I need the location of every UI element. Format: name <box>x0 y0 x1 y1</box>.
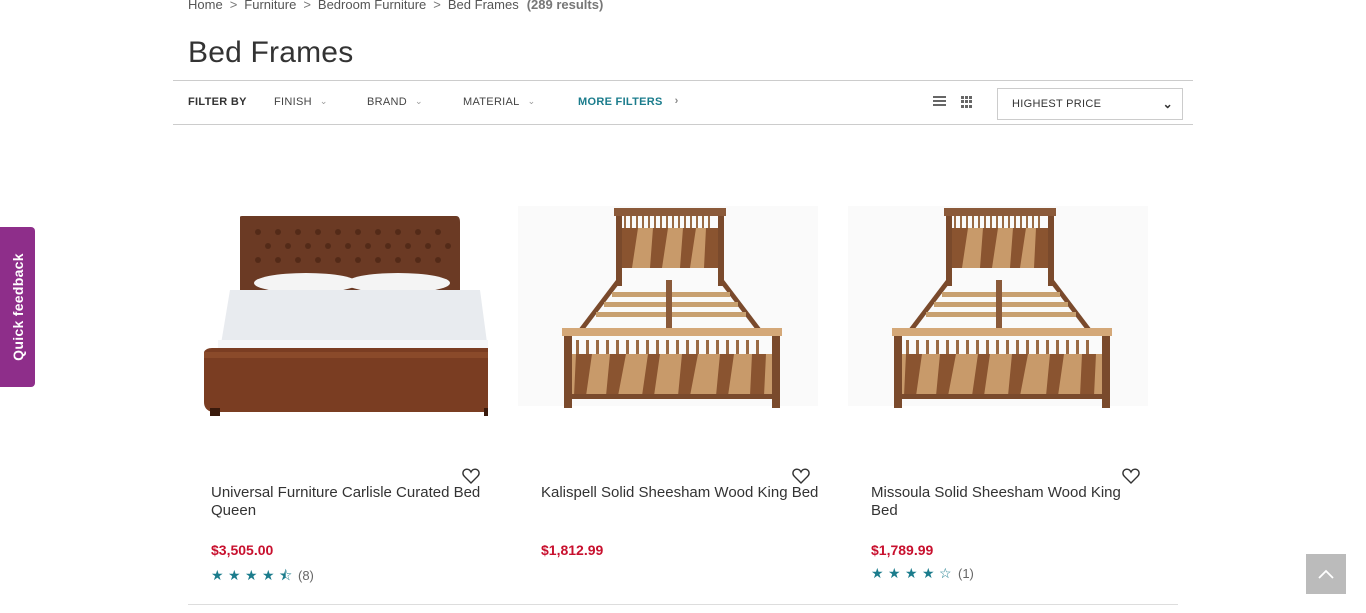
product-name[interactable]: Kalispell Solid Sheesham Wood King Bed <box>541 484 821 502</box>
star-full-icon: ★ <box>245 567 258 583</box>
product-price: $1,789.99 <box>871 542 934 558</box>
breadcrumb-bedroom-furniture[interactable]: Bedroom Furniture <box>318 0 426 12</box>
filter-finish-label: FINISH <box>274 96 312 108</box>
star-full-icon: ★ <box>888 565 901 581</box>
filter-brand-label: BRAND <box>367 96 408 108</box>
more-filters-label: MORE FILTERS <box>578 96 663 108</box>
quick-feedback-label: Quick feedback <box>9 253 26 361</box>
star-empty-icon: ☆ <box>939 565 952 581</box>
divider <box>188 604 1178 605</box>
heart-icon[interactable] <box>462 468 480 484</box>
grid-view-icon[interactable] <box>961 96 972 108</box>
filter-by-label: FILTER BY <box>188 96 247 108</box>
breadcrumb-separator: > <box>229 0 238 12</box>
filter-bar: FILTER BY FINISH ⌄ BRAND ⌄ MATERIAL ⌄ MORE … <box>173 80 1193 125</box>
product-name[interactable]: Missoula Solid Sheesham Wood King Bed <box>871 484 1151 520</box>
sort-selected-value: HIGHEST PRICE <box>1012 98 1102 110</box>
chevron-down-icon: ⌄ <box>319 96 328 106</box>
list-view-icon[interactable] <box>933 96 946 108</box>
star-full-icon: ★ <box>228 567 241 583</box>
breadcrumb-home[interactable]: Home <box>188 0 223 12</box>
breadcrumb-bed-frames[interactable]: Bed Frames <box>448 0 519 12</box>
quick-feedback-tab[interactable]: Quick feedback <box>0 227 35 387</box>
star-full-icon: ★ <box>871 565 884 581</box>
chevron-down-icon: ⌄ <box>415 96 423 106</box>
breadcrumb-separator: > <box>303 0 311 12</box>
product-rating[interactable]: ★ ★ ★ ★ ☆ (1) <box>871 565 974 582</box>
sort-select[interactable]: HIGHEST PRICE ⌄ <box>997 88 1183 120</box>
review-count: (8) <box>298 568 314 583</box>
star-full-icon: ★ <box>905 565 918 581</box>
review-count: (1) <box>958 566 974 581</box>
chevron-up-icon <box>1318 569 1334 579</box>
star-full-icon: ★ <box>262 567 275 583</box>
filter-brand[interactable]: BRAND ⌄ <box>367 96 423 108</box>
product-price: $3,505.00 <box>211 542 274 558</box>
breadcrumb-furniture[interactable]: Furniture <box>244 0 296 12</box>
star-full-icon: ★ <box>922 565 935 581</box>
product-name[interactable]: Universal Furniture Carlisle Curated Bed… <box>211 484 491 520</box>
heart-icon[interactable] <box>792 468 810 484</box>
filter-material-label: MATERIAL <box>463 96 520 108</box>
chevron-down-icon: ⌄ <box>1162 97 1173 111</box>
heart-icon[interactable] <box>1122 468 1140 484</box>
filter-material[interactable]: MATERIAL ⌄ <box>463 96 535 108</box>
star-half-icon: ⯪ <box>279 567 293 583</box>
wood-bed-image[interactable] <box>848 180 1148 430</box>
chevron-down-icon: ⌄ <box>527 96 536 106</box>
star-full-icon: ★ <box>211 567 224 583</box>
results-count: (289 results) <box>526 0 604 12</box>
product-price: $1,812.99 <box>541 542 604 558</box>
breadcrumb-separator: > <box>433 0 441 12</box>
chevron-right-icon: › <box>674 95 679 107</box>
wood-bed-image[interactable] <box>518 180 818 430</box>
filter-finish[interactable]: FINISH ⌄ <box>274 96 328 108</box>
leather-bed-image[interactable] <box>188 180 488 430</box>
back-to-top-button[interactable] <box>1306 554 1346 594</box>
breadcrumb: Home > Furniture > Bedroom Furniture > B… <box>188 0 603 12</box>
product-rating[interactable]: ★ ★ ★ ★ ⯪ (8) <box>211 565 314 589</box>
more-filters-button[interactable]: MORE FILTERS › <box>578 95 679 108</box>
page-title: Bed Frames <box>188 36 354 69</box>
